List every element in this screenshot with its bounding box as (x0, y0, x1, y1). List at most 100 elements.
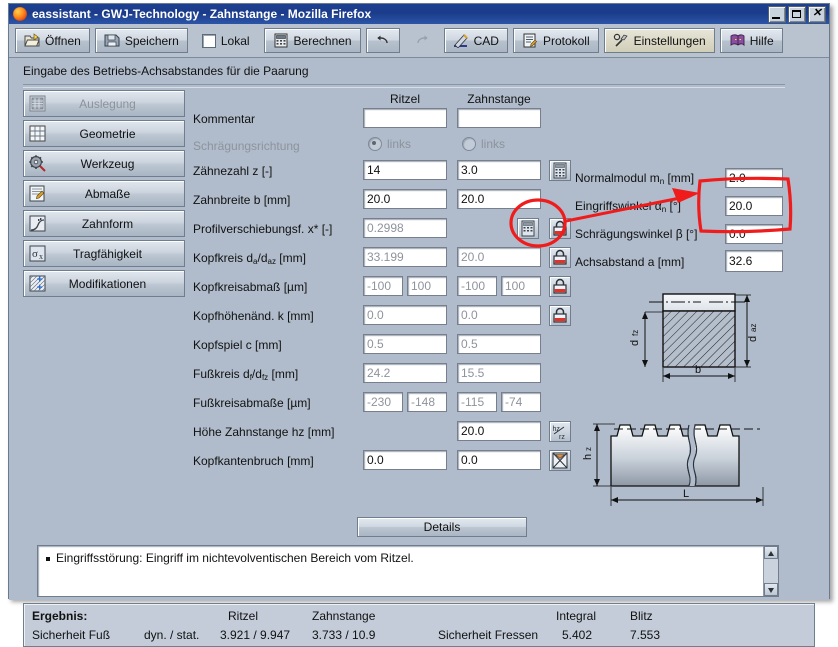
input-kopfspiel-ritzel[interactable]: 0.5 (363, 334, 447, 354)
result-fressen-integral: 5.402 (562, 628, 593, 642)
sidebar-item-label: Geometrie (79, 126, 136, 141)
hint-text: Eingabe des Betriebs-Achsabstandes für d… (23, 64, 309, 78)
maximize-button[interactable] (788, 6, 806, 23)
input-fusskreis-ritzel[interactable]: 24.2 (363, 363, 447, 383)
calculate-button[interactable]: Berechnen (263, 28, 361, 53)
radio-dot-icon (462, 137, 476, 151)
report-icon (522, 33, 538, 48)
label-normalmodul: Normalmodul mn [mm] (575, 171, 695, 186)
result-col-zahnstange: Zahnstange (312, 609, 376, 623)
checkbox-icon[interactable] (201, 33, 216, 48)
sidebar-item-auslegung[interactable]: Auslegung (23, 90, 185, 117)
lock-icon-button-kopfkreis[interactable] (549, 247, 571, 268)
result-row-label-fuss: Sicherheit Fuß (32, 628, 111, 642)
input-hoehe-zahnstange[interactable]: 20.0 (457, 421, 541, 441)
label-kopfkantenbruch: Kopfkantenbruch [mm] (193, 454, 314, 468)
input-kopfkreis-ritzel[interactable]: 33.199 (363, 247, 447, 267)
sidebar-item-geometrie[interactable]: Geometrie (23, 120, 185, 147)
sidebar-item-modifikationen[interactable]: Modifikationen (23, 270, 185, 297)
rack-cross-section-diagram: d fz d az b (605, 284, 805, 404)
input-kommentar-zahnstange[interactable] (457, 108, 541, 128)
lock-icon-button-kopfkreisabmass[interactable] (549, 276, 571, 297)
scroll-up-button[interactable] (764, 546, 778, 559)
input-kopfkreisabmass-ritzel-lower[interactable]: -100 (363, 276, 403, 296)
help-button-label: Hilfe (749, 33, 774, 48)
settings-button[interactable]: Einstellungen (603, 28, 715, 53)
main-toolbar: Öffnen Speichern Lokal Berechnen CAD Pro… (9, 24, 829, 58)
calculator-icon (273, 33, 289, 48)
message-list[interactable]: Eingriffsstörung: Eingriff im nichtevolv… (37, 545, 779, 597)
input-kopfkantenbruch-ritzel[interactable]: 0.0 (363, 450, 447, 470)
result-fuss-zahnstange: 3.733 / 10.9 (312, 628, 376, 642)
chamfer-icon-button[interactable] (549, 450, 571, 471)
sidebar-item-label: Modifikationen (68, 276, 147, 291)
input-fusskreisabmass-ritzel-lower[interactable]: -230 (363, 392, 403, 412)
input-eingriffswinkel[interactable]: 20.0 (725, 196, 783, 216)
label-zahnbreite: Zahnbreite b [mm] (193, 193, 291, 207)
input-fusskreis-zahnstange[interactable]: 15.5 (457, 363, 541, 383)
save-button[interactable]: Speichern (94, 28, 188, 53)
lock-icon-button-profilverschiebung[interactable] (549, 218, 571, 239)
input-kopfhoehenaenderung-zahnstange[interactable]: 0.0 (457, 305, 541, 325)
label-kopfkreisabmass: Kopfkreisabmaß [µm] (193, 280, 308, 294)
minimize-button[interactable] (768, 6, 786, 23)
sidebar-item-label: Zahnform (81, 216, 134, 231)
input-normalmodul[interactable]: 2.0 (725, 168, 783, 188)
scroll-down-button[interactable] (764, 583, 778, 596)
hz-rz-icon-button[interactable]: hz rz (549, 421, 571, 442)
calculator-icon-button-profilverschiebung[interactable] (517, 218, 539, 239)
input-kommentar-ritzel[interactable] (363, 108, 447, 128)
input-schraegungswinkel[interactable]: 0.0 (725, 224, 783, 244)
open-button[interactable]: Öffnen (15, 28, 90, 53)
calculator-icon-button-zaehnezahl[interactable] (549, 160, 571, 181)
redo-button[interactable] (404, 28, 439, 53)
tooth-profile-icon (28, 214, 47, 233)
undo-icon (375, 33, 391, 48)
input-fusskreisabmass-zahnstange-upper[interactable]: -74 (501, 392, 541, 412)
undo-button[interactable] (365, 28, 400, 53)
sidebar: Auslegung Geometrie Werkzeug Abmaße Zahn… (23, 90, 185, 300)
svg-text:L: L (683, 488, 689, 500)
input-achsabstand[interactable]: 32.6 (725, 250, 783, 272)
details-button[interactable]: Details (357, 517, 527, 537)
input-kopfhoehenaenderung-ritzel[interactable]: 0.0 (363, 305, 447, 325)
message-scrollbar[interactable] (763, 546, 778, 596)
sidebar-item-tragfaehigkeit[interactable]: σx Tragfähigkeit (23, 240, 185, 267)
input-kopfkantenbruch-zahnstange[interactable]: 0.0 (457, 450, 541, 470)
open-button-label: Öffnen (45, 33, 81, 48)
settings-tools-icon (613, 33, 629, 48)
input-kopfspiel-zahnstange[interactable]: 0.5 (457, 334, 541, 354)
sidebar-item-werkzeug[interactable]: Werkzeug (23, 150, 185, 177)
input-fusskreisabmass-ritzel-upper[interactable]: -148 (407, 392, 447, 412)
input-kopfkreisabmass-zahnstange-upper[interactable]: 100 (501, 276, 541, 296)
sidebar-item-label: Werkzeug (80, 156, 135, 171)
input-kopfkreisabmass-ritzel-upper[interactable]: 100 (407, 276, 447, 296)
result-title: Ergebnis: (32, 609, 88, 623)
protocol-button-label: Protokoll (542, 33, 590, 48)
input-zahnbreite-ritzel[interactable]: 20.0 (363, 189, 447, 209)
sigma-x-icon: σx (28, 244, 47, 263)
calculate-button-label: Berechnen (293, 33, 352, 48)
input-kopfkreis-zahnstange[interactable]: 20.0 (457, 247, 541, 267)
svg-text:az: az (749, 324, 758, 332)
input-zahnbreite-zahnstange[interactable]: 20.0 (457, 189, 541, 209)
radio-schraegungsrichtung-zahnstange[interactable]: links (462, 137, 505, 151)
cad-pen-icon (453, 33, 469, 49)
cad-button[interactable]: CAD (443, 28, 508, 53)
help-button[interactable]: Hilfe (719, 28, 783, 53)
bullet-icon (46, 557, 50, 561)
input-zaehnezahl-ritzel[interactable]: 14 (363, 160, 447, 180)
input-profilverschiebung-ritzel[interactable]: 0.2998 (363, 218, 447, 238)
sidebar-item-zahnform[interactable]: Zahnform (23, 210, 185, 237)
sidebar-item-abmasse[interactable]: Abmaße (23, 180, 185, 207)
local-checkbox[interactable]: Lokal (192, 28, 259, 53)
protocol-button[interactable]: Protokoll (512, 28, 599, 53)
close-button[interactable]: ✕ (808, 6, 826, 23)
svg-text:b: b (695, 364, 701, 376)
input-kopfkreisabmass-zahnstange-lower[interactable]: -100 (457, 276, 497, 296)
lock-icon-button-kopfhoehenaenderung[interactable] (549, 305, 571, 326)
input-fusskreisabmass-zahnstange-lower[interactable]: -115 (457, 392, 497, 412)
radio-schraegungsrichtung-ritzel[interactable]: links (368, 137, 411, 151)
sidebar-item-label: Tragfähigkeit (73, 246, 142, 261)
input-zaehnezahl-zahnstange[interactable]: 3.0 (457, 160, 541, 180)
